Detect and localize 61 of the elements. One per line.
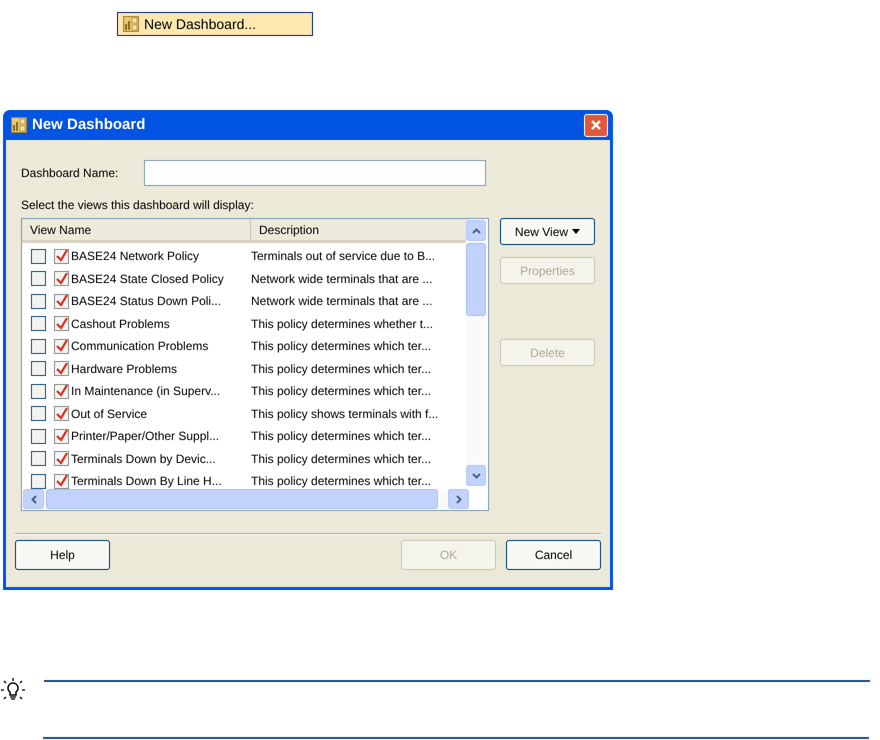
view-name: Out of Service <box>71 406 148 423</box>
checkbox[interactable] <box>31 248 46 264</box>
lightbulb-icon <box>1 678 25 702</box>
horizontal-scrollbar[interactable] <box>23 489 469 509</box>
enabled-checkbox[interactable] <box>54 248 69 264</box>
checkbox[interactable] <box>31 451 46 466</box>
window-title: New Dashboard <box>32 114 146 135</box>
column-header[interactable]: View Name <box>22 219 251 240</box>
enabled-checkbox[interactable] <box>54 316 69 332</box>
dashboard-name-field[interactable] <box>144 160 486 186</box>
view-name: BASE24 State Closed Policy <box>71 270 225 288</box>
view-name: Communication Problems <box>71 338 210 356</box>
dialog-button[interactable]: Cancel <box>506 540 601 570</box>
checkbox[interactable] <box>31 316 46 332</box>
new-dashboard-button[interactable]: New Dashboard... <box>117 12 313 36</box>
enabled-checkbox[interactable] <box>54 406 69 422</box>
checkbox[interactable] <box>31 406 46 422</box>
enabled-checkbox[interactable] <box>54 271 69 286</box>
enabled-checkbox[interactable] <box>54 384 69 399</box>
enabled-checkbox[interactable] <box>54 451 69 466</box>
views-label: Select the views this dashboard will display: <box>21 197 255 214</box>
view-description: This policy determines whether t... <box>251 316 434 333</box>
view-description: This policy determines which ter... <box>251 338 432 356</box>
view-name: Terminals Down By Line H... <box>71 473 223 490</box>
field-label: Dashboard Name: <box>21 165 120 182</box>
view-name: Printer/Paper/Other Suppl... <box>71 428 220 446</box>
enabled-checkbox[interactable] <box>54 294 69 309</box>
view-description: Network wide terminals that are ... <box>251 270 432 288</box>
dashboard-icon <box>10 117 28 133</box>
checkbox[interactable] <box>31 294 46 309</box>
view-name: In Maintenance (in Superv... <box>71 383 222 400</box>
view-description: This policy determines which ter... <box>251 428 432 446</box>
checkbox[interactable] <box>31 361 46 376</box>
view-name: Hardware Problems <box>71 360 178 378</box>
checkbox[interactable] <box>31 384 46 399</box>
dialog-button[interactable]: Help <box>15 540 110 570</box>
side-button[interactable]: New View <box>500 218 595 245</box>
enabled-checkbox[interactable] <box>54 361 69 376</box>
view-description: This policy determines which ter... <box>251 473 432 490</box>
view-description: This policy determines which ter... <box>251 360 432 378</box>
column-header[interactable]: Description <box>251 219 469 240</box>
view-description: This policy determines which ter... <box>251 450 432 468</box>
view-name: Cashout Problems <box>71 316 171 333</box>
checkbox[interactable] <box>31 338 46 354</box>
enabled-checkbox[interactable] <box>54 338 69 354</box>
close-button[interactable] <box>584 114 608 136</box>
enabled-checkbox[interactable] <box>54 474 69 489</box>
view-description: This policy shows terminals with f... <box>251 406 438 423</box>
view-name: BASE24 Network Policy <box>71 248 200 266</box>
checkbox[interactable] <box>31 271 46 286</box>
enabled-checkbox[interactable] <box>54 428 69 444</box>
view-description: Network wide terminals that are ... <box>251 293 432 310</box>
dashboard-icon <box>122 16 140 32</box>
view-description: Terminals out of service due to B... <box>251 248 436 266</box>
close-icon <box>590 119 602 131</box>
vertical-scrollbar[interactable] <box>466 220 486 486</box>
checkbox[interactable] <box>31 428 46 444</box>
view-name: BASE24 Status Down Poli... <box>71 293 222 310</box>
view-description: This policy determines which ter... <box>251 383 432 400</box>
view-name: Terminals Down by Devic... <box>71 450 217 468</box>
checkbox[interactable] <box>31 474 46 489</box>
